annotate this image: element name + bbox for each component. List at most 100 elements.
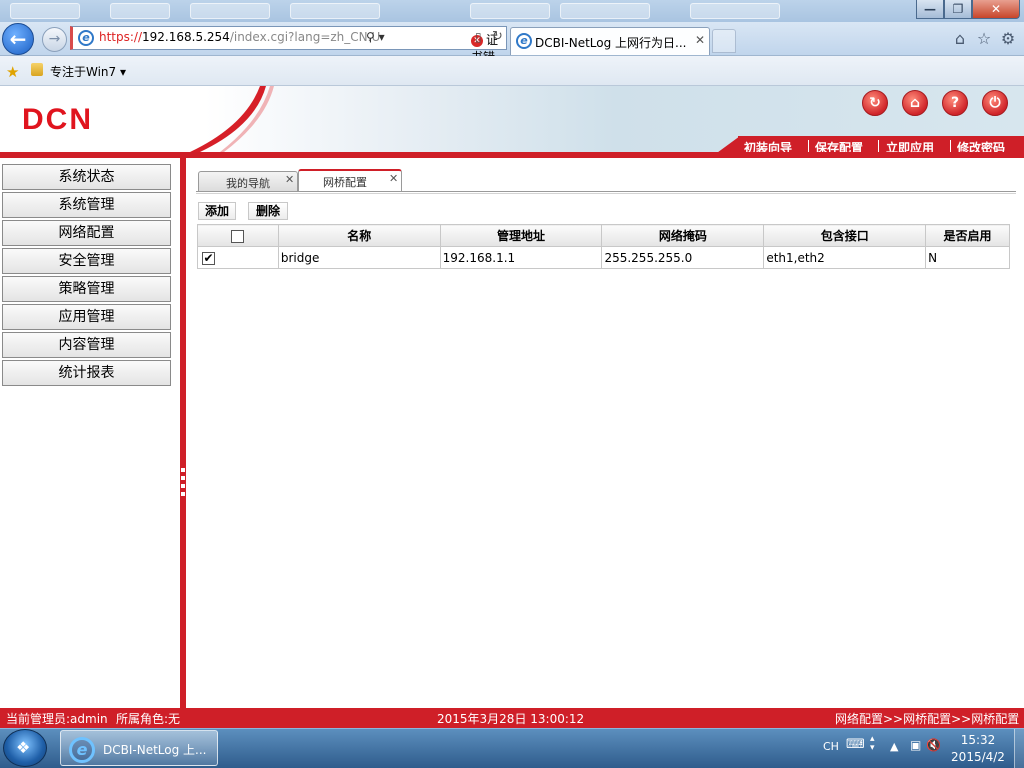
sidebar-item-policy[interactable]: 策略管理 xyxy=(2,276,171,302)
column-header-netmask: 网络掩码 xyxy=(601,224,765,247)
show-desktop-button[interactable] xyxy=(1014,729,1024,768)
current-admin: 当前管理员:admin xyxy=(6,712,108,726)
tab-underline xyxy=(196,193,1016,194)
tab-my-navigation[interactable]: 我的导航 ✕ xyxy=(198,171,298,191)
ie-taskbar-icon: e xyxy=(69,737,95,763)
window-close-button[interactable]: ✕ xyxy=(972,0,1020,19)
ie-tab-icon: e xyxy=(516,33,532,49)
table-header-row: 名称 管理地址 网络掩码 包含接口 是否启用 xyxy=(197,224,1010,247)
favorites-bar xyxy=(0,56,1024,86)
keyboard-icon[interactable]: ⌨ xyxy=(846,737,865,752)
address-bar[interactable]: e https://192.168.5.254/index.cgi?lang=z… xyxy=(70,26,507,81)
address-url[interactable]: https://192.168.5.254/index.cgi?lang=zh_… xyxy=(99,30,380,44)
sidebar-item-application[interactable]: 应用管理 xyxy=(2,304,171,330)
network-icon[interactable]: ▣ xyxy=(910,738,921,752)
background-tab-6[interactable] xyxy=(560,3,650,19)
sidebar: 系统状态 系统管理 网络配置 安全管理 策略管理 应用管理 内容管理 统计报表 xyxy=(0,158,180,708)
tab-bridge-config[interactable]: 网桥配置 ✕ xyxy=(298,169,402,191)
background-tab-4[interactable] xyxy=(290,3,380,19)
background-tab-5[interactable] xyxy=(470,3,550,19)
clock-time: 15:32 xyxy=(960,733,996,747)
tab-close-icon[interactable]: ✕ xyxy=(389,172,398,185)
delete-button[interactable]: 删除 xyxy=(248,202,288,220)
cell-enabled: N xyxy=(925,246,1010,269)
taskbar-item-ie[interactable]: e DCBI-NetLog 上... xyxy=(60,730,218,766)
app-header: DCN ↻ ⌂ ? ⏻ 初装向导 保存配置 立即应用 修改密码 xyxy=(0,86,1024,158)
new-tab-button[interactable] xyxy=(712,29,736,53)
clock-date: 2015/4/2 xyxy=(951,750,1005,764)
background-tab-7[interactable] xyxy=(690,3,780,19)
tools-gear-icon[interactable]: ⚙ xyxy=(998,29,1018,49)
current-role: 所属角色:无 xyxy=(116,712,181,726)
add-favorites-icon[interactable]: ★ xyxy=(6,63,19,81)
home-icon[interactable]: ⌂ xyxy=(950,29,970,49)
taskbar-clock[interactable]: 15:32 2015/4/2 xyxy=(940,732,1016,766)
tab-label: 网桥配置 xyxy=(323,176,367,189)
tab-label: 我的导航 xyxy=(226,177,270,190)
url-path: /index.cgi?lang=zh_CN.U xyxy=(229,30,381,44)
splitter-grip xyxy=(181,468,185,472)
show-hidden-icons[interactable]: ▲ xyxy=(890,740,898,753)
forward-arrow-icon: → xyxy=(48,31,61,47)
compat-view-icon[interactable]: ▯ xyxy=(475,30,482,44)
background-tab-2[interactable] xyxy=(110,3,170,19)
cell-mgmt-addr: 192.168.1.1 xyxy=(439,246,603,269)
maximize-button[interactable]: ❐ xyxy=(944,0,972,19)
favorites-link-win7[interactable]: 专注于Win7 ▾ xyxy=(50,63,126,80)
column-header-name: 名称 xyxy=(277,224,441,247)
browser-tab-active[interactable]: e DCBI-NetLog 上网行为日... ✕ xyxy=(510,27,710,55)
home-icon[interactable]: ⌂ xyxy=(902,90,928,116)
tab-underline xyxy=(196,191,1016,192)
table-row[interactable]: ✔ bridge 192.168.1.1 255.255.255.0 eth1,… xyxy=(197,246,1010,269)
ie-page-icon: e xyxy=(78,30,94,46)
status-bar: 当前管理员:admin 所属角色:无 2015年3月28日 13:00:12 网… xyxy=(0,708,1024,728)
select-all-checkbox[interactable] xyxy=(231,229,245,243)
background-tab-3[interactable] xyxy=(190,3,270,19)
help-icon[interactable]: ? xyxy=(942,90,968,116)
back-button[interactable]: ← xyxy=(2,23,34,55)
splitter-grip xyxy=(181,484,185,488)
favorites-star-icon[interactable]: ☆ xyxy=(974,29,994,49)
sidebar-item-network-config[interactable]: 网络配置 xyxy=(2,220,171,246)
column-header-interfaces: 包含接口 xyxy=(763,224,927,247)
url-host: 192.168.5.254 xyxy=(142,30,230,44)
cell-netmask: 255.255.255.0 xyxy=(601,246,765,269)
select-all-header xyxy=(197,224,279,247)
sidebar-item-reports[interactable]: 统计报表 xyxy=(2,360,171,386)
sidebar-item-security[interactable]: 安全管理 xyxy=(2,248,171,274)
sidebar-item-system-management[interactable]: 系统管理 xyxy=(2,192,171,218)
background-tab-1[interactable] xyxy=(10,3,80,19)
volume-muted-icon[interactable]: 🔇 xyxy=(926,738,941,752)
column-header-mgmt-addr: 管理地址 xyxy=(439,224,603,247)
tab-title: DCBI-NetLog 上网行为日... xyxy=(535,36,687,50)
column-header-enabled: 是否启用 xyxy=(925,224,1010,247)
cell-interfaces: eth1,eth2 xyxy=(763,246,927,269)
url-scheme: https:// xyxy=(99,30,143,44)
sidebar-item-content[interactable]: 内容管理 xyxy=(2,332,171,358)
input-method-arrows-icon[interactable]: ▴ ▾ xyxy=(870,735,875,753)
splitter-grip xyxy=(181,476,185,480)
refresh-icon[interactable]: ↻ xyxy=(492,29,503,44)
refresh-icon[interactable]: ↻ xyxy=(862,90,888,116)
back-arrow-icon: ← xyxy=(9,27,27,51)
windows-logo-icon: ❖ xyxy=(16,738,31,757)
favorites-folder-icon xyxy=(31,63,43,76)
tab-close-icon[interactable]: ✕ xyxy=(695,33,705,47)
taskbar-item-label: DCBI-NetLog 上... xyxy=(103,743,207,757)
search-dropdown-icon[interactable]: ⚲ ▾ xyxy=(366,30,385,44)
minimize-button[interactable]: — xyxy=(916,0,944,19)
forward-button[interactable]: → xyxy=(42,27,67,52)
splitter-grip xyxy=(181,492,185,496)
logout-icon[interactable]: ⏻ xyxy=(982,90,1008,116)
sidebar-item-system-status[interactable]: 系统状态 xyxy=(2,164,171,190)
row-checkbox[interactable]: ✔ xyxy=(202,251,215,265)
add-button[interactable]: 添加 xyxy=(198,202,236,220)
main-content: 我的导航 ✕ 网桥配置 ✕ 添加 删除 名称 管理地址 网络掩码 包含接口 是否… xyxy=(186,158,1024,708)
start-button[interactable]: ❖ xyxy=(3,729,47,767)
language-indicator[interactable]: CH xyxy=(823,740,839,753)
bridge-table: 名称 管理地址 网络掩码 包含接口 是否启用 ✔ bridge 192.168.… xyxy=(197,224,1010,269)
header-swoosh-decoration xyxy=(190,86,274,152)
breadcrumb: 网络配置>>网桥配置>>网桥配置 xyxy=(835,712,1020,726)
row-select-cell: ✔ xyxy=(197,246,279,269)
cell-name: bridge xyxy=(277,246,441,269)
